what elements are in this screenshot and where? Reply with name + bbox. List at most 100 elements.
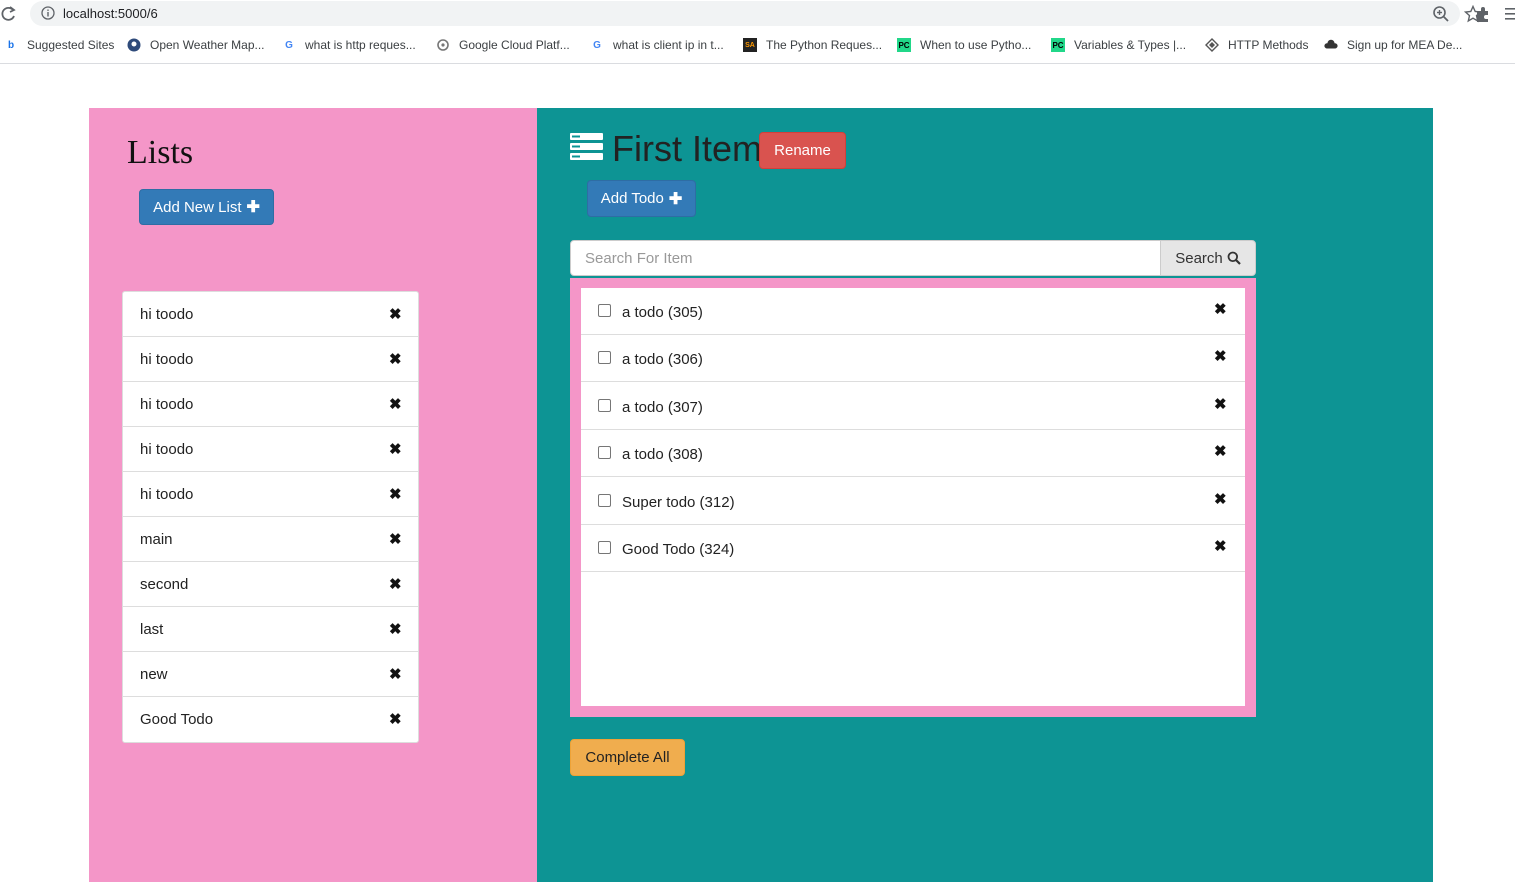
todo-item: a todo (305) ✖ xyxy=(581,288,1245,335)
bookmark-label: Sign up for MEA De... xyxy=(1347,38,1463,52)
delete-list-icon[interactable]: ✖ xyxy=(389,350,402,368)
lists-list: hi toodo ✖ hi toodo ✖ hi toodo ✖ hi tood… xyxy=(122,291,419,743)
search-button[interactable]: Search xyxy=(1160,240,1256,276)
list-item-label: main xyxy=(140,531,173,548)
list-item-label: hi toodo xyxy=(140,396,194,413)
list-item-label: new xyxy=(140,666,168,683)
bookmark-item[interactable]: Sign up for MEA De... xyxy=(1324,36,1462,54)
zoom-icon[interactable] xyxy=(1432,5,1450,23)
search-icon xyxy=(1227,251,1241,265)
page-title: First Item xyxy=(612,128,762,169)
delete-list-icon[interactable]: ✖ xyxy=(389,710,402,728)
bookmark-item[interactable]: PC When to use Pytho... xyxy=(897,36,1031,54)
bookmark-item[interactable]: SA The Python Reques... xyxy=(743,36,882,54)
delete-list-icon[interactable]: ✖ xyxy=(389,575,402,593)
delete-todo-icon[interactable]: ✖ xyxy=(1214,537,1227,555)
delete-list-icon[interactable]: ✖ xyxy=(389,395,402,413)
bookmark-item[interactable]: G what is client ip in t... xyxy=(590,36,724,54)
lists-heading: Lists xyxy=(127,134,194,171)
google-icon: G xyxy=(285,39,293,51)
bookmark-label: HTTP Methods xyxy=(1228,38,1309,52)
todo-item: a todo (308) ✖ xyxy=(581,430,1245,477)
weather-icon xyxy=(127,38,141,52)
address-bar[interactable]: localhost:5000/6 xyxy=(30,1,1482,26)
todo-item: Good Todo (324) ✖ xyxy=(581,525,1245,572)
list-item[interactable]: hi toodo ✖ xyxy=(123,427,418,472)
add-todo-button[interactable]: Add Todo ✚ xyxy=(587,180,696,217)
bookmark-item[interactable]: b Suggested Sites xyxy=(4,36,114,54)
plus-icon: ✚ xyxy=(246,199,260,216)
bookmark-item[interactable]: G what is http reques... xyxy=(282,36,416,54)
list-item[interactable]: hi toodo ✖ xyxy=(123,472,418,517)
delete-list-icon[interactable]: ✖ xyxy=(389,485,402,503)
list-item[interactable]: hi toodo ✖ xyxy=(123,292,418,337)
list-item-label: hi toodo xyxy=(140,351,194,368)
bookmark-label: what is http reques... xyxy=(305,38,416,52)
bookmark-label: what is client ip in t... xyxy=(613,38,724,52)
list-item-label: Good Todo xyxy=(140,711,214,728)
delete-todo-icon[interactable]: ✖ xyxy=(1214,347,1227,365)
list-item[interactable]: last ✖ xyxy=(123,607,418,652)
browser-toolbar: localhost:5000/6 xyxy=(0,0,1515,28)
delete-list-icon[interactable]: ✖ xyxy=(389,305,402,323)
bookmark-item[interactable]: PC Variables & Types |... xyxy=(1051,36,1186,54)
bookmark-label: Variables & Types |... xyxy=(1074,38,1187,52)
extensions-icon[interactable] xyxy=(1474,5,1492,23)
todo-label: a todo (307) xyxy=(622,399,703,416)
todo-item: a todo (306) ✖ xyxy=(581,335,1245,382)
delete-todo-icon[interactable]: ✖ xyxy=(1214,442,1227,460)
list-item[interactable]: main ✖ xyxy=(123,517,418,562)
list-item[interactable]: Good Todo ✖ xyxy=(123,697,418,742)
delete-todo-icon[interactable]: ✖ xyxy=(1214,395,1227,413)
list-item-label: hi toodo xyxy=(140,486,194,503)
bookmark-item[interactable]: Open Weather Map... xyxy=(127,36,265,54)
todo-checkbox[interactable] xyxy=(598,351,611,364)
bookmark-item[interactable]: Google Cloud Platf... xyxy=(436,36,570,54)
todo-checkbox[interactable] xyxy=(598,399,611,412)
url-text[interactable]: localhost:5000/6 xyxy=(63,6,158,21)
list-item[interactable]: second ✖ xyxy=(123,562,418,607)
add-todo-label: Add Todo xyxy=(600,190,664,207)
cloud-icon xyxy=(1324,38,1338,52)
delete-list-icon[interactable]: ✖ xyxy=(389,440,402,458)
bing-icon: b xyxy=(7,39,15,51)
todo-label: Good Todo (324) xyxy=(622,541,735,558)
list-item-label: second xyxy=(140,576,189,593)
delete-list-icon[interactable]: ✖ xyxy=(389,530,402,548)
gcp-icon xyxy=(436,38,450,52)
info-icon[interactable] xyxy=(41,6,55,20)
delete-list-icon[interactable]: ✖ xyxy=(389,665,402,683)
rename-button[interactable]: Rename xyxy=(759,132,846,169)
delete-list-icon[interactable]: ✖ xyxy=(389,620,402,638)
bookmark-label: The Python Reques... xyxy=(766,38,883,52)
todo-label: Super todo (312) xyxy=(622,494,735,511)
complete-all-button[interactable]: Complete All xyxy=(570,739,685,776)
list-item[interactable]: hi toodo ✖ xyxy=(123,382,418,427)
pycharm-icon: PC xyxy=(897,38,911,52)
list-item[interactable]: new ✖ xyxy=(123,652,418,697)
menu-icon[interactable] xyxy=(1502,5,1515,23)
list-icon xyxy=(570,133,603,160)
bookmark-label: Open Weather Map... xyxy=(150,38,265,52)
stackabuse-icon: SA xyxy=(743,38,757,52)
add-new-list-button[interactable]: Add New List ✚ xyxy=(139,189,274,225)
delete-todo-icon[interactable]: ✖ xyxy=(1214,490,1227,508)
pycharm-icon: PC xyxy=(1051,38,1065,52)
todo-checkbox[interactable] xyxy=(598,494,611,507)
list-item[interactable]: hi toodo ✖ xyxy=(123,337,418,382)
todo-item: Super todo (312) ✖ xyxy=(581,478,1245,525)
list-item-label: hi toodo xyxy=(140,306,194,323)
search-input[interactable] xyxy=(570,240,1161,276)
bookmark-label: When to use Pytho... xyxy=(920,38,1032,52)
list-item-label: hi toodo xyxy=(140,441,194,458)
todo-checkbox[interactable] xyxy=(598,446,611,459)
todo-checkbox[interactable] xyxy=(598,304,611,317)
chrome-divider xyxy=(0,63,1515,64)
reload-icon[interactable] xyxy=(0,5,16,23)
delete-todo-icon[interactable]: ✖ xyxy=(1214,300,1227,318)
todo-item: a todo (307) ✖ xyxy=(581,383,1245,430)
todo-list: a todo (305) ✖ a todo (306) ✖ a todo (30… xyxy=(581,288,1245,706)
bookmark-item[interactable]: HTTP Methods xyxy=(1205,36,1308,54)
bookmark-label: Suggested Sites xyxy=(27,38,115,52)
todo-checkbox[interactable] xyxy=(598,541,611,554)
